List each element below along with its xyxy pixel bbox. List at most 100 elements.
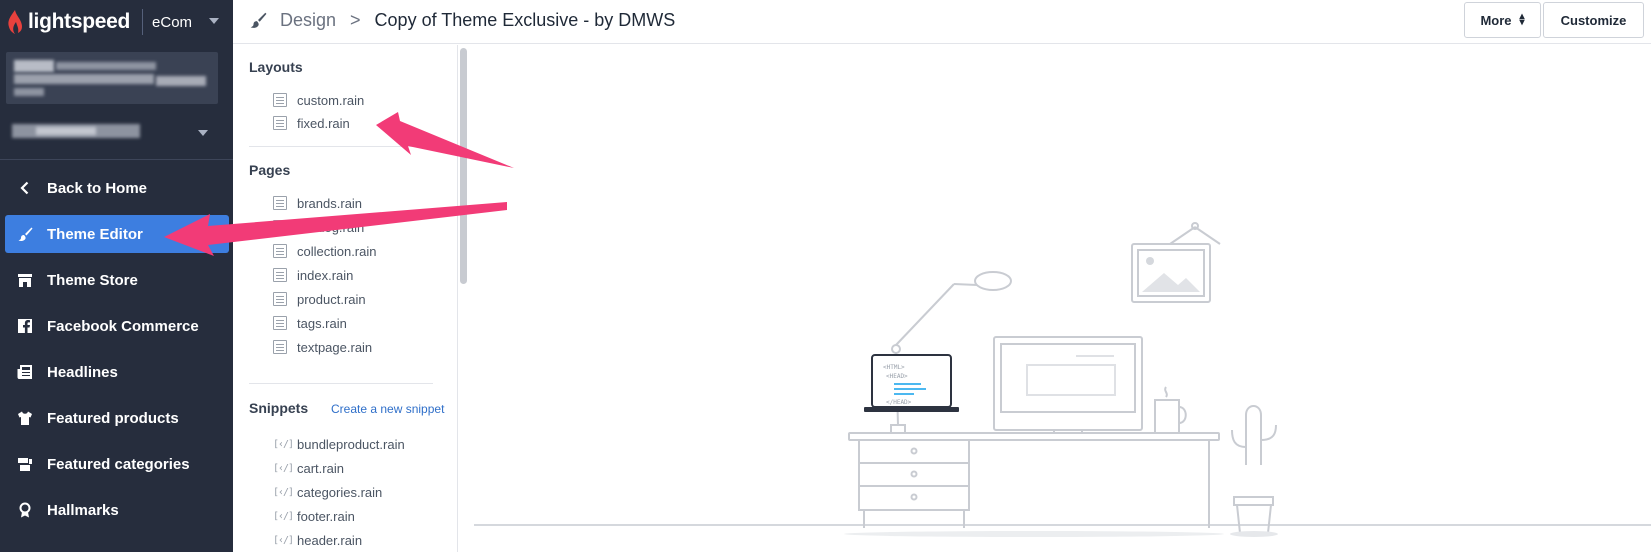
section-heading-layouts: Layouts [249,59,303,75]
breadcrumb: Design > Copy of Theme Exclusive - by DM… [249,0,675,40]
sidebar-item-headlines[interactable]: Headlines [5,353,229,391]
file-name: bundleproduct.rain [297,436,405,452]
sidebar-item-label: Featured products [47,409,179,427]
laptop-code-line-2: <HEAD> [886,373,908,380]
file-name: custom.rain [297,92,365,108]
sidebar-nav: Back to Home Theme Editor Theme Store Fa… [0,169,233,537]
categories-icon [17,456,33,472]
brand-name: lightspeed [28,10,131,33]
section-heading-snippets: Snippets [249,400,309,416]
customize-button[interactable]: Customize [1543,2,1644,38]
file-name: categories.rain [297,484,383,500]
snippet-file-icon: [‹/] [273,510,294,522]
breadcrumb-design-link[interactable]: Design [280,10,336,31]
sort-updown-icon: ▴ ▾ [1519,11,1525,28]
file-item[interactable]: catalog.rain [273,217,364,237]
tshirt-icon [17,410,33,426]
file-item[interactable]: tags.rain [273,313,347,333]
brand-bar[interactable]: lightspeed eCom [0,0,233,44]
file-item[interactable]: textpage.rain [273,337,372,357]
sidebar-item-back-to-home[interactable]: Back to Home [5,169,229,207]
file-item[interactable]: [‹/] header.rain [273,530,362,550]
chevron-down-icon [198,130,208,136]
page-file-icon [273,340,287,354]
page-file-icon [273,268,287,282]
divider [0,159,233,160]
more-button-label: More [1480,12,1512,28]
file-name: tags.rain [297,315,347,331]
file-panel: Layouts custom.rain fixed.rain Pages bra… [233,45,458,552]
app-label: eCom [152,13,193,31]
sidebar-item-label: Facebook Commerce [47,317,199,335]
storefront-icon [17,272,33,288]
file-name: header.rain [297,532,363,548]
laptop-code-line-3: </HEAD> [886,399,912,406]
sidebar-item-hallmarks[interactable]: Hallmarks [5,491,229,529]
top-bar: Design > Copy of Theme Exclusive - by DM… [233,0,1651,44]
layout-file-icon [273,116,287,130]
paintbrush-icon [17,226,33,242]
sidebar-item-label: Headlines [47,363,118,381]
file-panel-scrollbar[interactable] [460,48,467,284]
laptop-code-line-1: <HTML> [883,364,905,371]
account-info-blurred[interactable] [6,52,218,104]
sidebar-item-featured-products[interactable]: Featured products [5,399,229,437]
more-button[interactable]: More ▴ ▾ [1464,2,1541,38]
file-name: collection.rain [297,243,377,259]
snippet-file-icon: [‹/] [273,486,294,498]
snippet-file-icon: [‹/] [273,438,294,450]
chevron-down-icon[interactable] [209,18,219,24]
sidebar: lightspeed eCom Back to Home Theme Edito… [0,0,233,552]
lightspeed-flame-icon [8,10,22,34]
editor-canvas: <HTML> <HEAD> </HEAD> [474,45,1651,552]
brand-divider [142,9,144,35]
file-name: fixed.rain [297,115,350,131]
sidebar-item-label: Back to Home [47,179,148,197]
sidebar-item-facebook-commerce[interactable]: Facebook Commerce [5,307,229,345]
file-name: product.rain [297,291,366,307]
divider [249,383,433,384]
file-name: footer.rain [297,508,355,524]
page-file-icon [273,220,287,234]
file-item[interactable]: product.rain [273,289,366,309]
sidebar-item-theme-editor[interactable]: Theme Editor [5,215,229,253]
section-heading-pages: Pages [249,162,291,178]
page-file-icon [273,196,287,210]
file-name: catalog.rain [297,219,365,235]
create-snippet-link[interactable]: Create a new snippet [331,402,444,416]
file-item[interactable]: custom.rain [273,90,364,110]
file-name: brands.rain [297,195,363,211]
snippet-file-icon: [‹/] [273,534,294,546]
file-item[interactable]: fixed.rain [273,113,350,133]
file-name: cart.rain [297,460,344,476]
snippet-file-icon: [‹/] [273,462,294,474]
divider [249,146,433,147]
store-selector[interactable] [6,118,218,146]
award-icon [17,502,33,518]
page-file-icon [273,244,287,258]
sidebar-item-label: Featured categories [47,455,190,473]
sidebar-item-label: Theme Editor [47,225,143,243]
page-title: Copy of Theme Exclusive - by DMWS [374,9,676,30]
sidebar-item-label: Hallmarks [47,501,119,519]
app-window: lightspeed eCom Back to Home Theme Edito… [0,0,1651,552]
sidebar-item-label: Theme Store [47,271,138,289]
chevron-left-icon [17,180,33,196]
chevron-right-icon: > [350,9,361,30]
file-item[interactable]: [‹/] cart.rain [273,458,344,478]
paintbrush-icon [250,12,267,28]
sidebar-item-featured-categories[interactable]: Featured categories [5,445,229,483]
file-item[interactable]: collection.rain [273,241,377,261]
file-item[interactable]: [‹/] bundleproduct.rain [273,434,405,454]
newspaper-icon [17,364,33,380]
facebook-icon [17,318,33,334]
page-file-icon [273,292,287,306]
file-item[interactable]: index.rain [273,265,353,285]
sidebar-item-theme-store[interactable]: Theme Store [5,261,229,299]
file-item[interactable]: brands.rain [273,193,362,213]
file-name: index.rain [297,267,354,283]
file-item[interactable]: [‹/] footer.rain [273,506,355,526]
file-item[interactable]: [‹/] categories.rain [273,482,382,502]
empty-workspace-illustration: <HTML> <HEAD> </HEAD> [474,222,1651,537]
file-name: textpage.rain [297,339,373,355]
